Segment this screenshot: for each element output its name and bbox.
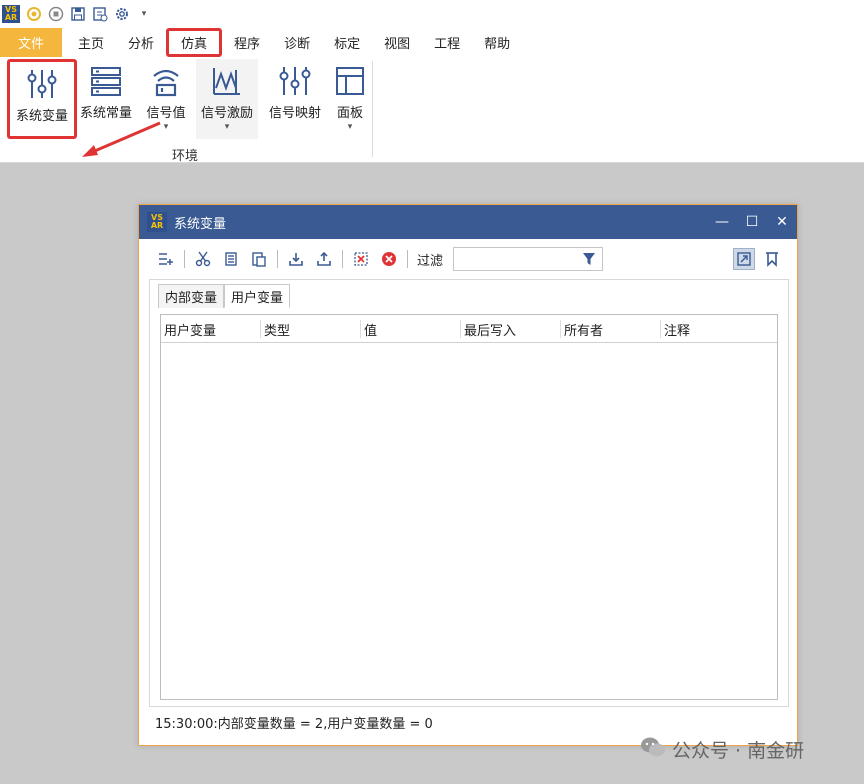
auto-scale-icon[interactable] xyxy=(733,248,755,270)
delete-icon[interactable] xyxy=(350,248,372,270)
signal-value-label: 信号值 xyxy=(146,106,186,121)
paste-icon[interactable] xyxy=(248,248,270,270)
menu-home[interactable]: 主页 xyxy=(66,28,116,57)
panel-caret-icon: ▾ xyxy=(347,122,353,132)
clear-all-icon[interactable] xyxy=(378,248,400,270)
filter-label: 过滤 xyxy=(417,253,444,269)
signal-mapping-label: 信号映射 xyxy=(268,106,321,121)
system-constants-label: 系统常量 xyxy=(79,106,132,121)
save-icon[interactable] xyxy=(70,6,86,22)
system-variables-dialog: VSAR 系统变量 — ☐ ✕ 过滤 内部变量 用户变量 用户变量 类型 值 最… xyxy=(138,204,798,746)
toolbar-separator xyxy=(342,250,343,268)
variable-tabs: 内部变量 用户变量 xyxy=(158,284,291,308)
pin-icon[interactable] xyxy=(761,248,783,270)
signal-stimulus-button[interactable]: 信号激励 ▾ xyxy=(196,59,258,139)
system-variables-label: 系统变量 xyxy=(15,109,68,124)
column-type[interactable]: 类型 xyxy=(261,320,361,339)
copy-icon[interactable] xyxy=(220,248,242,270)
maximize-icon[interactable]: ☐ xyxy=(737,205,767,239)
menu-analysis[interactable]: 分析 xyxy=(116,28,166,57)
connect-icon[interactable] xyxy=(26,6,42,22)
ribbon-group-label: 环境 xyxy=(172,149,199,164)
column-owner[interactable]: 所有者 xyxy=(561,320,661,339)
settings-icon[interactable] xyxy=(114,6,130,22)
dialog-logo-text: VSAR xyxy=(150,213,164,230)
dialog-title: 系统变量 xyxy=(174,216,227,232)
dialog-title-bar[interactable]: VSAR 系统变量 — ☐ ✕ xyxy=(139,205,797,239)
tab-user-variables[interactable]: 用户变量 xyxy=(224,284,291,308)
signal-stimulus-label: 信号激励 xyxy=(200,106,253,121)
import-icon[interactable] xyxy=(285,248,307,270)
export-icon[interactable] xyxy=(313,248,335,270)
quick-access-toolbar: VSAR ▾ xyxy=(0,0,864,28)
panel-icon xyxy=(332,63,368,99)
signal-mapping-button[interactable]: 信号映射 xyxy=(264,59,326,139)
filter-input[interactable] xyxy=(454,248,575,270)
status-bar: 15:30:00:内部变量数量 = 2,用户变量数量 = 0 xyxy=(155,717,433,732)
mapping-icon xyxy=(277,63,313,99)
menu-view[interactable]: 视图 xyxy=(372,28,422,57)
save-as-icon[interactable] xyxy=(92,6,108,22)
watermark: 公众号 · 南金研 xyxy=(640,736,804,763)
customize-caret-icon[interactable]: ▾ xyxy=(136,6,152,22)
signal-stimulus-caret-icon: ▾ xyxy=(224,122,230,132)
watermark-text: 公众号 · 南金研 xyxy=(672,740,805,762)
signal-value-caret-icon: ▾ xyxy=(163,122,169,132)
column-user-variable[interactable]: 用户变量 xyxy=(161,320,261,339)
waveform-icon xyxy=(209,63,245,99)
column-last-write[interactable]: 最后写入 xyxy=(461,320,561,339)
system-variables-button[interactable]: 系统变量 xyxy=(7,59,77,139)
menu-help[interactable]: 帮助 xyxy=(472,28,522,57)
menu-simulation[interactable]: 仿真 xyxy=(166,28,223,57)
dialog-logo: VSAR xyxy=(147,212,167,232)
cut-icon[interactable] xyxy=(192,248,214,270)
menu-program[interactable]: 程序 xyxy=(222,28,272,57)
menu-file[interactable]: 文件 xyxy=(0,28,62,57)
menu-calibration[interactable]: 标定 xyxy=(322,28,372,57)
system-constants-button[interactable]: 系统常量 xyxy=(78,59,134,139)
panel-label: 面板 xyxy=(336,106,363,121)
minimize-icon[interactable]: — xyxy=(707,205,737,239)
close-icon[interactable]: ✕ xyxy=(767,205,797,239)
wechat-icon xyxy=(640,736,666,763)
menu-diagnosis[interactable]: 诊断 xyxy=(272,28,322,57)
toolbar-separator xyxy=(407,250,408,268)
ribbon-group-separator xyxy=(372,61,373,157)
variables-table: 用户变量 类型 值 最后写入 所有者 注释 xyxy=(160,314,778,700)
column-comment[interactable]: 注释 xyxy=(661,320,777,339)
signal-value-button[interactable]: 信号值 ▾ xyxy=(140,59,192,139)
dialog-toolbar: 过滤 xyxy=(155,245,783,273)
panel-button[interactable]: 面板 ▾ xyxy=(330,59,370,139)
funnel-icon[interactable] xyxy=(582,252,596,270)
add-variable-icon[interactable] xyxy=(155,248,177,270)
menu-bar: 文件 主页 分析 仿真 程序 诊断 标定 视图 工程 帮助 xyxy=(0,28,864,57)
app-logo-text: VSAR xyxy=(4,5,18,22)
toolbar-separator xyxy=(277,250,278,268)
stop-icon[interactable] xyxy=(48,6,64,22)
signal-icon xyxy=(148,63,184,99)
column-value[interactable]: 值 xyxy=(361,320,461,339)
tab-internal-variables[interactable]: 内部变量 xyxy=(158,284,225,308)
table-header: 用户变量 类型 值 最后写入 所有者 注释 xyxy=(161,315,777,343)
menu-project[interactable]: 工程 xyxy=(422,28,472,57)
toolbar-separator xyxy=(184,250,185,268)
ribbon: 系统变量 系统常量 信号值 ▾ 信号激励 ▾ 信号映射 面板 ▾ 环境 xyxy=(0,57,864,164)
app-logo: VSAR xyxy=(2,5,20,23)
filter-field xyxy=(453,247,604,271)
sliders-icon xyxy=(24,66,60,102)
variables-panel: 内部变量 用户变量 用户变量 类型 值 最后写入 所有者 注释 xyxy=(149,279,789,707)
list-icon xyxy=(88,63,124,99)
